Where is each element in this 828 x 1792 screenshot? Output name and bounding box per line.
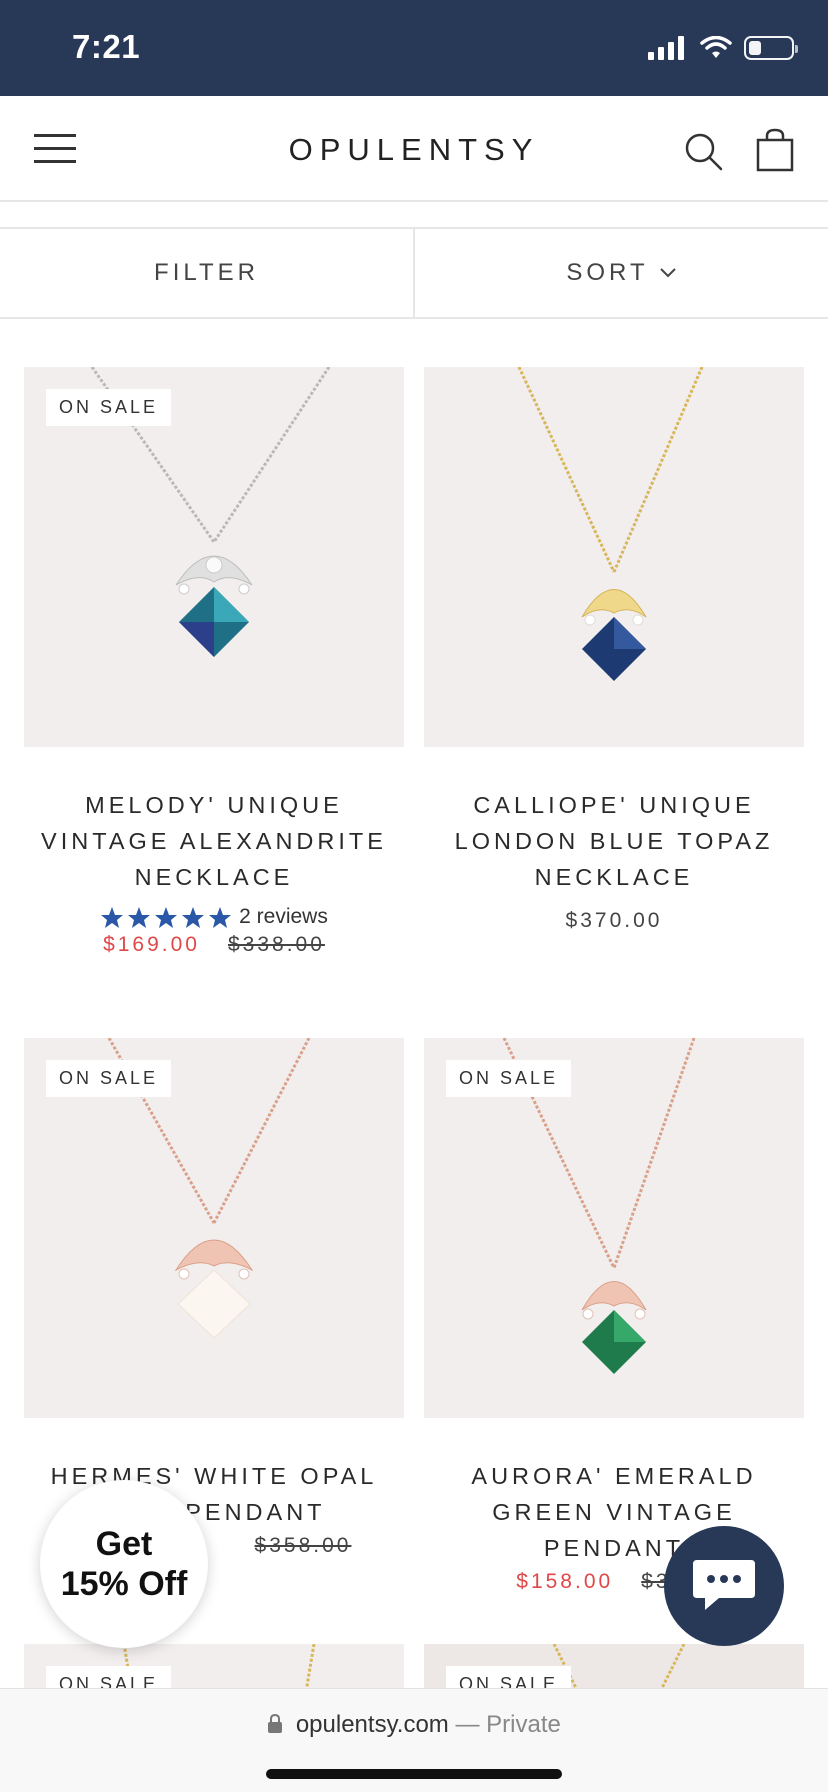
chevron-down-icon — [659, 268, 676, 278]
sale-price: $169.00 — [103, 933, 200, 956]
star-icon — [155, 906, 178, 928]
filter-sort-bar: FILTER SORT — [0, 227, 828, 319]
star-rating: 2 reviews — [24, 905, 404, 929]
url-display[interactable]: opulentsy.com — Private — [0, 1711, 828, 1739]
battery-icon — [744, 36, 798, 60]
sort-button[interactable]: SORT — [415, 229, 828, 317]
status-icons — [648, 36, 798, 60]
browser-url-bar[interactable]: opulentsy.com — Private — [0, 1688, 828, 1792]
url-private-label: — Private — [455, 1711, 561, 1738]
product-image[interactable]: ON SALE — [424, 1038, 804, 1418]
search-icon[interactable] — [684, 132, 724, 172]
chat-bubble-icon — [693, 1560, 755, 1610]
product-title[interactable]: CALLIOPE' UNIQUE LONDON BLUE TOPAZ NECKL… — [424, 787, 804, 895]
promo-line-1: Get — [95, 1525, 153, 1563]
discount-popup-button[interactable]: Get 15% Off — [40, 1480, 208, 1648]
product-image[interactable]: ON SALE — [24, 367, 404, 747]
product-card[interactable]: ON SALE HERMES' WHITE OPAL ...CE PENDANT… — [24, 1038, 404, 1558]
signal-icon — [648, 36, 684, 60]
status-time: 7:21 — [72, 28, 141, 65]
wifi-icon — [700, 36, 732, 58]
cart-icon[interactable] — [756, 128, 794, 172]
home-indicator[interactable] — [266, 1769, 562, 1779]
lock-icon — [268, 1713, 283, 1733]
chat-button[interactable] — [664, 1526, 784, 1646]
filter-button[interactable]: FILTER — [0, 229, 415, 317]
product-title[interactable]: MELODY' UNIQUE VINTAGE ALEXANDRITE NECKL… — [24, 787, 404, 895]
sale-price: $158.00 — [516, 1570, 614, 1593]
status-bar: 7:21 — [0, 0, 828, 96]
star-icon — [182, 906, 205, 928]
compare-price: $358.00 — [254, 1534, 352, 1557]
regular-price: $370.00 — [565, 909, 663, 932]
product-card[interactable]: ON SALE AURORA' EMERALD GREEN VINTAGE PE… — [424, 1038, 804, 1594]
product-image[interactable]: ON SALE — [24, 1038, 404, 1418]
url-domain: opulentsy.com — [295, 1711, 449, 1738]
star-icon — [128, 906, 151, 928]
filter-label: FILTER — [154, 259, 259, 286]
star-icon — [101, 906, 124, 928]
compare-price: $338.00 — [228, 933, 325, 956]
necklace-image-london-blue-topaz — [517, 367, 704, 681]
sale-badge: ON SALE — [446, 1060, 572, 1097]
sale-badge: ON SALE — [46, 1060, 172, 1097]
star-icon — [209, 906, 232, 928]
price-row: $169.00 $338.00 — [24, 933, 404, 957]
reviews-count[interactable]: 2 reviews — [239, 905, 328, 929]
sort-label: SORT — [566, 259, 649, 286]
product-card[interactable]: ON SALE MELODY' UNIQUE VINTAGE ALEXANDRI… — [24, 367, 404, 957]
product-card[interactable]: CALLIOPE' UNIQUE LONDON BLUE TOPAZ NECKL… — [424, 367, 804, 933]
product-image[interactable] — [424, 367, 804, 747]
promo-line-2: 15% Off — [60, 1565, 188, 1603]
sale-badge: ON SALE — [46, 389, 172, 426]
